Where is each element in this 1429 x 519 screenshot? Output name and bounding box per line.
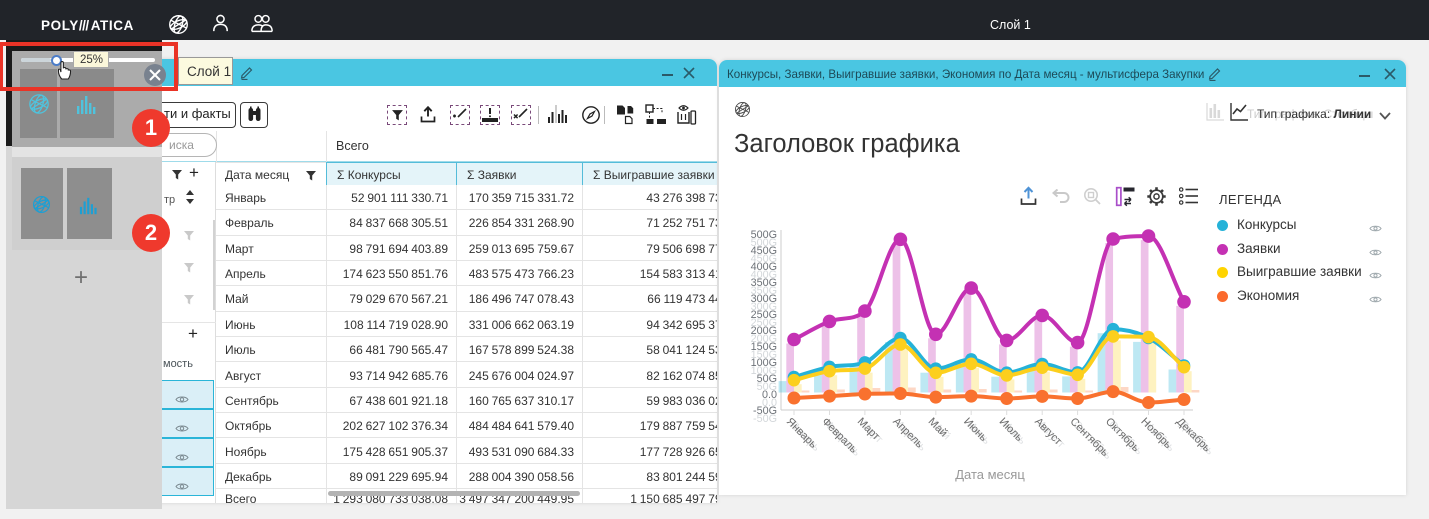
svg-text:Ноябрь: Ноябрь — [1138, 416, 1174, 452]
svg-text:100G: 100G — [751, 357, 777, 369]
svg-text:Февраль: Февраль — [819, 416, 859, 456]
svg-text:Декабрь: Декабрь — [1174, 416, 1213, 455]
svg-text:50G: 50G — [757, 373, 777, 385]
svg-text:Август: Август — [1032, 416, 1064, 448]
svg-text:-50G: -50G — [753, 405, 777, 417]
svg-text:200G: 200G — [751, 325, 777, 337]
svg-text:450G: 450G — [751, 245, 777, 257]
svg-text:250G: 250G — [751, 309, 777, 321]
svg-text:0.0: 0.0 — [762, 389, 777, 401]
svg-text:Дата месяц: Дата месяц — [955, 467, 1025, 482]
svg-text:Январь: Январь — [784, 416, 819, 451]
svg-text:400G: 400G — [751, 261, 777, 273]
svg-text:500G: 500G — [751, 229, 777, 241]
svg-text:150G: 150G — [751, 341, 777, 353]
svg-text:Апрель: Апрель — [890, 416, 925, 451]
svg-text:300G: 300G — [751, 293, 777, 305]
svg-text:350G: 350G — [751, 277, 777, 289]
